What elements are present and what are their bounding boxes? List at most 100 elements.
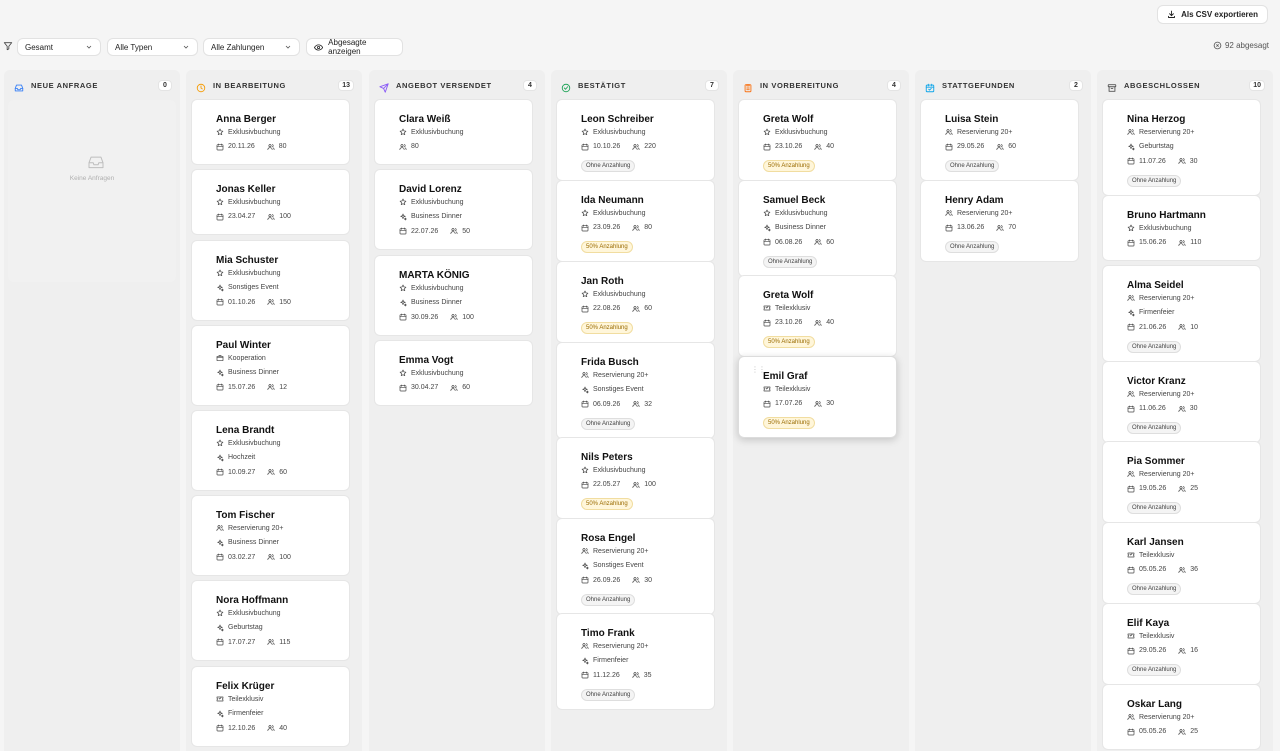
- guest-count: 100: [279, 213, 291, 221]
- column-header: NEUE ANFRAGE 0: [14, 78, 172, 92]
- calendar-icon: [1127, 239, 1135, 247]
- booking-detail-text: Kooperation: [228, 354, 266, 362]
- date-guests-row: 22.08.26 60: [581, 302, 714, 317]
- booking-card[interactable]: Mia Schuster Exklusivbuchung Sonstiges Eve…: [191, 240, 350, 321]
- type-filter-select[interactable]: Alle Typen: [107, 38, 198, 56]
- booking-card[interactable]: Jonas Keller Exklusivbuchung 23.04.27 100: [191, 169, 350, 235]
- event-date: 23.04.27: [228, 213, 256, 221]
- booking-card[interactable]: Leon Schreiber Exklusivbuchung 10.10.26 220…: [556, 99, 715, 181]
- booking-card[interactable]: David Lorenz Exklusivbuchung Business Dinn…: [374, 169, 533, 250]
- booking-detail: Business Dinner: [399, 210, 532, 225]
- booking-card[interactable]: Timo Frank Reservierung 20+ Firmenfeier 11.…: [556, 613, 715, 710]
- booking-card[interactable]: Ida Neumann Exklusivbuchung 23.09.26 80 50% …: [556, 180, 715, 262]
- booking-detail: Teilexklusiv: [216, 692, 349, 707]
- star-icon: [581, 209, 589, 217]
- period-filter-select[interactable]: Gesamt: [17, 38, 101, 56]
- guest-count: 80: [278, 143, 287, 151]
- cancel-circle-icon: [1213, 41, 1222, 50]
- customer-name: Mia Schuster: [216, 255, 279, 266]
- booking-card[interactable]: Lena Brandt Exklusivbuchung Hochzeit 10.09.…: [191, 410, 350, 491]
- event-date: 22.05.27: [593, 481, 621, 489]
- booking-card[interactable]: Greta Wolf Exklusivbuchung 23.10.26 40 50% A…: [738, 99, 897, 181]
- booking-card[interactable]: Frida Busch Reservierung 20+ Sonstiges Eve…: [556, 342, 715, 439]
- booking-detail: Exklusivbuchung: [216, 266, 349, 281]
- booking-detail: Kooperation: [216, 351, 349, 366]
- customer-name: Nils Peters: [581, 452, 633, 463]
- booking-card[interactable]: Jan Roth Exklusivbuchung 22.08.26 60 50% Anz…: [556, 261, 715, 343]
- booking-card[interactable]: Nora Hoffmann Exklusivbuchung Geburtstag 17…: [191, 580, 350, 661]
- booking-detail-text: Exklusivbuchung: [411, 128, 464, 136]
- booking-card[interactable]: Alma Seidel Reservierung 20+ Firmenfeier 21…: [1102, 265, 1261, 362]
- date-guests-row: 10.09.27 60: [216, 465, 349, 480]
- show-cancelled-toggle[interactable]: Abgesagte anzeigen: [306, 38, 403, 56]
- booking-card[interactable]: Felix Krüger Teilexklusiv Firmenfeier 12.10…: [191, 666, 350, 747]
- clipboard-icon: [744, 84, 752, 93]
- guest-count: 100: [462, 313, 474, 321]
- ticket-icon: [763, 305, 771, 311]
- users-icon: [450, 384, 458, 391]
- booking-detail: Teilexklusiv: [763, 301, 896, 316]
- booking-card[interactable]: Greta Wolf Teilexklusiv 23.10.26 40 50% Anza…: [738, 275, 897, 357]
- booking-card[interactable]: Nils Peters Exklusivbuchung 22.05.27 100 50%…: [556, 437, 715, 519]
- booking-detail-text: Firmenfeier: [1139, 309, 1175, 317]
- customer-name: Leon Schreiber: [581, 114, 654, 125]
- booking-detail-text: Reservierung 20+: [593, 547, 649, 555]
- booking-card[interactable]: Emma Vogt Exklusivbuchung 30.04.27 60: [374, 340, 533, 406]
- payment-badge: Ohne Anzahlung: [945, 241, 1000, 253]
- booking-card[interactable]: Clara Weiß Exklusivbuchung 80: [374, 99, 533, 165]
- event-date: 03.02.27: [228, 553, 256, 561]
- booking-detail-text: Reservierung 20+: [1139, 128, 1195, 136]
- booking-detail-text: Sonstiges Event: [593, 386, 644, 394]
- booking-card[interactable]: Victor Kranz Reservierung 20+ 11.06.26 30 Oh…: [1102, 361, 1261, 443]
- booking-card[interactable]: Tom Fischer Reservierung 20+ Business Dinn…: [191, 495, 350, 576]
- date-guests-row: 15.07.26 12: [216, 380, 349, 395]
- booking-card[interactable]: MARTA KÖNIG Exklusivbuchung Business Dinne…: [374, 255, 533, 336]
- booking-card[interactable]: Karl Jansen Teilexklusiv 05.05.26 36 Ohne An…: [1102, 522, 1261, 604]
- booking-card[interactable]: Samuel Beck Exklusivbuchung Business Dinne…: [738, 180, 897, 277]
- calendar-icon: [1127, 485, 1135, 493]
- booking-card[interactable]: Nina Herzog Reservierung 20+ Geburtstag 11.…: [1102, 99, 1261, 196]
- payment-badge: Ohne Anzahlung: [1127, 664, 1182, 676]
- customer-name: David Lorenz: [399, 184, 462, 195]
- booking-card[interactable]: Pia Sommer Reservierung 20+ 19.05.26 25 Ohne…: [1102, 441, 1261, 523]
- event-date: 17.07.26: [775, 400, 803, 408]
- star-icon: [581, 128, 589, 136]
- date-guests-row: 20.11.26 80: [216, 140, 349, 155]
- booking-card[interactable]: Rosa Engel Reservierung 20+ Sonstiges Even…: [556, 518, 715, 615]
- date-guests-row: 17.07.26 30: [763, 397, 896, 412]
- users-icon: [814, 239, 822, 246]
- booking-detail-text: Reservierung 20+: [957, 209, 1013, 217]
- users-icon: [1178, 647, 1186, 654]
- booking-card[interactable]: Henry Adam Reservierung 20+ 13.06.26 70 Ohne…: [920, 180, 1079, 262]
- payment-badge: 50% Anzahlung: [581, 498, 633, 510]
- customer-name: MARTA KÖNIG: [399, 270, 470, 281]
- booking-detail: Exklusivbuchung: [399, 125, 532, 140]
- users-icon: [267, 554, 275, 561]
- booking-detail: Reservierung 20+: [1127, 291, 1260, 306]
- booking-detail: Exklusivbuchung: [216, 436, 349, 451]
- booking-card[interactable]: Paul Winter Kooperation Business Dinner 15.…: [191, 325, 350, 406]
- calendar-icon: [216, 468, 224, 476]
- booking-card[interactable]: Oskar Lang Reservierung 20+ 05.05.26 25: [1102, 684, 1261, 750]
- booking-detail-text: Exklusivbuchung: [411, 198, 464, 206]
- booking-card[interactable]: Luisa Stein Reservierung 20+ 29.05.26 60 Ohn…: [920, 99, 1079, 181]
- booking-card[interactable]: Elif Kaya Teilexklusiv 29.05.26 16 Ohne Anza…: [1102, 603, 1261, 685]
- column-count: 4: [523, 79, 537, 91]
- guest-count: 110: [1190, 239, 1202, 247]
- users-icon: [1178, 405, 1186, 412]
- booking-detail: Reservierung 20+: [581, 544, 714, 559]
- booking-card[interactable]: Anna Berger Exklusivbuchung 20.11.26 80: [191, 99, 350, 165]
- cancelled-count-text: 92 abgesagt: [1224, 41, 1269, 50]
- payment-badge: Ohne Anzahlung: [1127, 502, 1182, 514]
- drag-handle-icon[interactable]: ⋮⋮: [751, 366, 766, 374]
- export-csv-button[interactable]: Als CSV exportieren: [1157, 5, 1268, 24]
- customer-name: Oskar Lang: [1127, 699, 1183, 710]
- booking-card[interactable]: Bruno Hartmann Exklusivbuchung 15.06.26 110: [1102, 195, 1261, 261]
- booking-detail: Reservierung 20+: [216, 521, 349, 536]
- payment-filter-select[interactable]: Alle Zahlungen: [203, 38, 300, 56]
- booking-detail: Hochzeit: [216, 451, 349, 466]
- customer-name: Henry Adam: [945, 195, 1004, 206]
- booking-card[interactable]: ⋮⋮ Emil Graf Teilexklusiv 17.07.26 30 50% Anz…: [738, 356, 897, 438]
- booking-detail-text: Sonstiges Event: [593, 562, 644, 570]
- customer-name: Jonas Keller: [216, 184, 276, 195]
